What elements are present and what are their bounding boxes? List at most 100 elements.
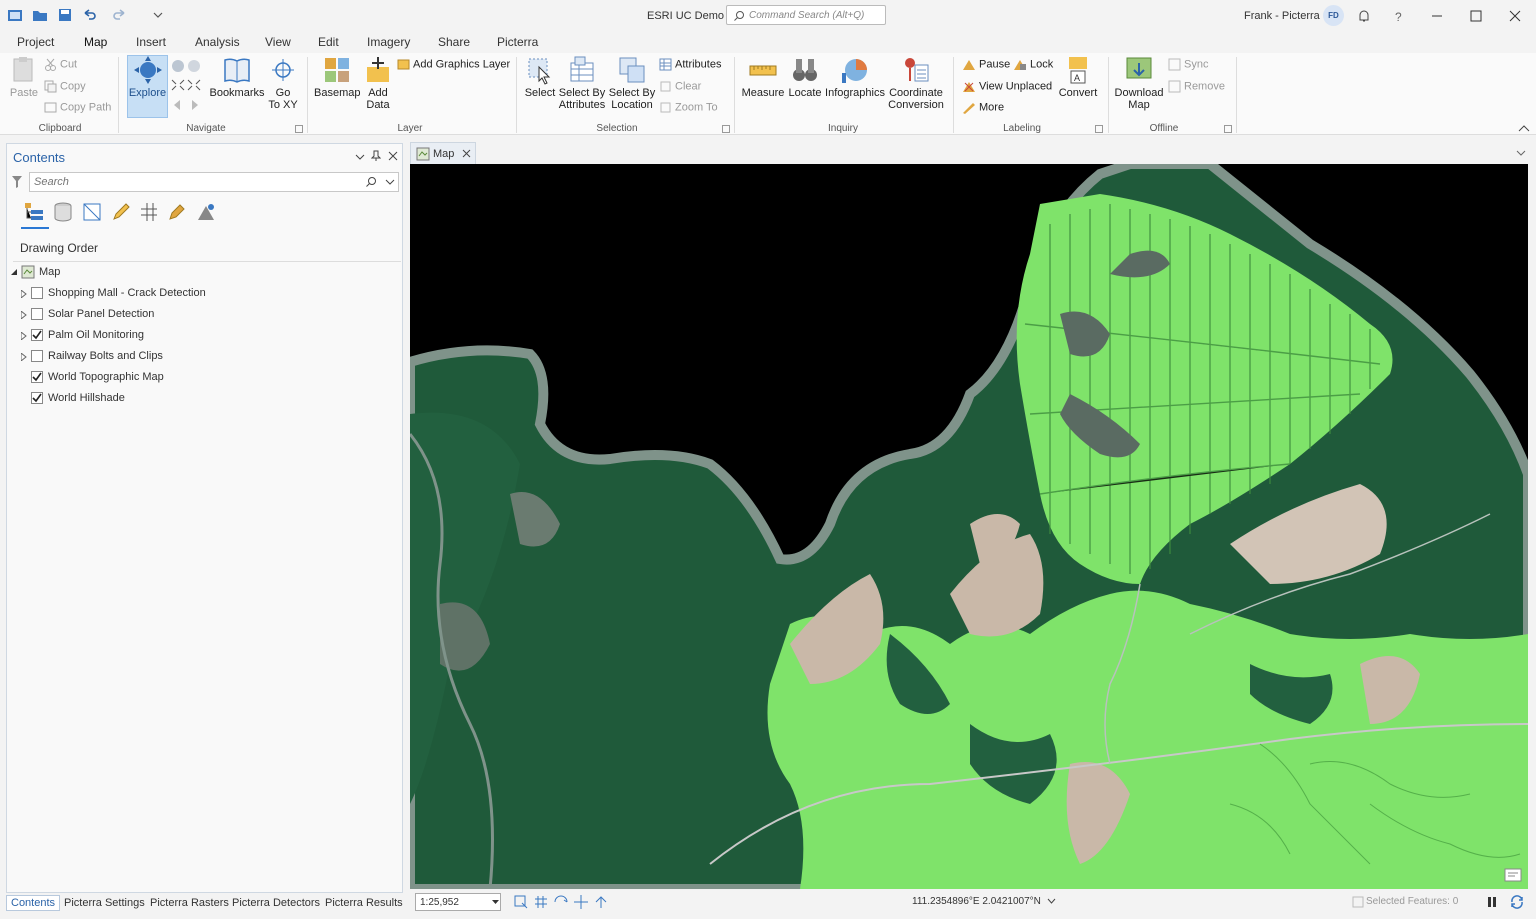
layer-row[interactable]: Shopping Mall - Crack Detection xyxy=(21,285,391,303)
list-by-snapping-icon[interactable] xyxy=(139,201,159,223)
zoom-to-selection-button[interactable]: Zoom To xyxy=(659,101,718,114)
remove-button[interactable]: Remove xyxy=(1168,80,1225,93)
expand-arrow-icon[interactable] xyxy=(21,353,27,361)
select-by-location-button[interactable]: Select By Location xyxy=(608,55,656,111)
minimize-icon[interactable] xyxy=(1427,6,1447,26)
expand-arrow-icon[interactable] xyxy=(21,332,27,340)
crosshair-small-icon[interactable] xyxy=(573,894,589,910)
select-button[interactable]: Select xyxy=(522,55,558,99)
layer-row[interactable]: Solar Panel Detection xyxy=(21,306,391,324)
close-icon[interactable] xyxy=(1505,6,1525,26)
tab-insert[interactable]: Insert xyxy=(136,35,166,49)
tab-map[interactable]: Map xyxy=(84,35,108,55)
grid-icon[interactable] xyxy=(533,894,549,910)
avatar[interactable]: FD xyxy=(1323,5,1344,26)
convert-button[interactable]: A Convert xyxy=(1058,55,1098,99)
tab-analysis[interactable]: Analysis xyxy=(195,35,240,49)
list-by-selection-icon[interactable] xyxy=(82,201,102,223)
collapse-ribbon-icon[interactable] xyxy=(1518,124,1530,132)
download-map-button[interactable]: Download Map xyxy=(1114,55,1164,111)
locate-button[interactable]: Locate xyxy=(787,55,823,99)
bottom-tab-picterra-settings[interactable]: Picterra Settings xyxy=(60,896,149,910)
list-by-drawing-order-icon[interactable] xyxy=(23,201,45,223)
maximize-icon[interactable] xyxy=(1466,6,1486,26)
tab-edit[interactable]: Edit xyxy=(318,35,339,49)
tab-view[interactable]: View xyxy=(265,35,291,49)
layer-row[interactable]: Palm Oil Monitoring xyxy=(21,327,391,345)
user-name[interactable]: Frank - Picterra xyxy=(1244,10,1320,22)
close-map-tab-icon[interactable] xyxy=(462,149,471,158)
imagery-map-canvas[interactable] xyxy=(410,164,1528,889)
refresh-icon[interactable] xyxy=(1509,894,1525,910)
layer-row[interactable]: World Hillshade xyxy=(21,390,391,408)
map-notification-icon[interactable] xyxy=(1504,868,1522,884)
tab-picterra[interactable]: Picterra xyxy=(497,35,538,49)
lock-labels-button[interactable]: Lock xyxy=(1013,58,1053,71)
undo-icon[interactable] xyxy=(81,7,97,23)
goto-xy-button[interactable]: Go To XY xyxy=(266,55,300,111)
attributes-button[interactable]: Attributes xyxy=(659,58,721,71)
contents-search-input[interactable] xyxy=(34,175,354,189)
layer-visibility-checkbox[interactable] xyxy=(31,329,43,341)
selection-dialog-launcher[interactable] xyxy=(722,125,730,133)
list-by-data-source-icon[interactable] xyxy=(53,201,73,223)
explore-button[interactable]: Explore xyxy=(127,55,168,99)
layer-visibility-checkbox[interactable] xyxy=(31,287,43,299)
pin-icon[interactable] xyxy=(371,150,381,162)
bottom-tab-contents[interactable]: Contents xyxy=(6,895,61,911)
layer-row[interactable]: Railway Bolts and Clips xyxy=(21,348,391,366)
bottom-tab-picterra-detectors[interactable]: Picterra Detectors xyxy=(228,896,324,910)
redo-icon[interactable] xyxy=(112,7,128,23)
bookmarks-button[interactable]: Bookmarks xyxy=(209,55,265,99)
expand-arrow-icon[interactable] xyxy=(21,311,27,319)
basemap-button[interactable]: Basemap xyxy=(314,55,360,99)
labeling-dialog-launcher[interactable] xyxy=(1095,125,1103,133)
copy-button[interactable]: Copy xyxy=(44,80,86,93)
expand-arrow-icon[interactable] xyxy=(21,290,27,298)
fixed-zoom-icon[interactable] xyxy=(513,894,529,910)
paste-button[interactable]: Paste xyxy=(8,55,40,99)
copy-path-button[interactable]: Copy Path xyxy=(44,101,111,114)
clear-selection-button[interactable]: Clear xyxy=(659,80,701,93)
search-icon[interactable] xyxy=(365,176,377,188)
more-labeling-button[interactable]: More xyxy=(962,101,1004,114)
measure-button[interactable]: Measure xyxy=(741,55,785,99)
command-search-input[interactable]: Command Search (Alt+Q) xyxy=(726,5,886,25)
add-graphics-layer-button[interactable]: Add Graphics Layer xyxy=(397,58,510,71)
customize-toolbar-icon[interactable] xyxy=(150,7,166,23)
navigate-dialog-launcher[interactable] xyxy=(295,125,303,133)
cut-button[interactable]: Cut xyxy=(44,58,77,71)
tree-row-map[interactable]: Map xyxy=(11,264,391,282)
tab-project[interactable]: Project xyxy=(17,35,54,49)
sync-button[interactable]: Sync xyxy=(1168,58,1208,71)
help-icon[interactable]: ? xyxy=(1389,6,1409,26)
navigation-arrows-icon[interactable] xyxy=(593,894,609,910)
layer-visibility-checkbox[interactable] xyxy=(31,350,43,362)
map-view[interactable] xyxy=(410,164,1528,889)
layer-row[interactable]: World Topographic Map xyxy=(21,369,391,387)
collapse-arrow-icon[interactable] xyxy=(11,269,17,277)
scale-selector[interactable]: 1:25,952 xyxy=(415,893,501,911)
notifications-bell-icon[interactable] xyxy=(1354,6,1374,26)
layer-visibility-checkbox[interactable] xyxy=(31,392,43,404)
map-view-tab[interactable]: Map xyxy=(410,142,476,164)
contents-search[interactable] xyxy=(29,172,399,192)
tab-imagery[interactable]: Imagery xyxy=(367,35,410,49)
add-data-button[interactable]: Add Data xyxy=(362,55,394,111)
infographics-button[interactable]: Infographics xyxy=(824,55,886,99)
search-options-chevron-icon[interactable] xyxy=(385,179,395,187)
pane-options-chevron-icon[interactable] xyxy=(355,153,365,161)
map-tabs-overflow-chevron-icon[interactable] xyxy=(1516,150,1526,158)
coordinate-conversion-button[interactable]: Coordinate Conversion xyxy=(888,55,944,111)
coordinate-format-chevron-icon[interactable] xyxy=(1047,898,1056,905)
list-by-labeling-icon[interactable] xyxy=(167,201,187,223)
open-icon[interactable] xyxy=(32,7,48,23)
filter-icon[interactable] xyxy=(11,175,23,189)
refresh-snapping-icon[interactable] xyxy=(553,894,569,910)
bottom-tab-picterra-results[interactable]: Picterra Results xyxy=(321,896,407,910)
view-unplaced-button[interactable]: View Unplaced xyxy=(962,80,1052,93)
layer-visibility-checkbox[interactable] xyxy=(31,308,43,320)
layer-visibility-checkbox[interactable] xyxy=(31,371,43,383)
list-by-perspective-icon[interactable] xyxy=(196,201,218,223)
navigate-tools-icon[interactable] xyxy=(170,58,202,110)
